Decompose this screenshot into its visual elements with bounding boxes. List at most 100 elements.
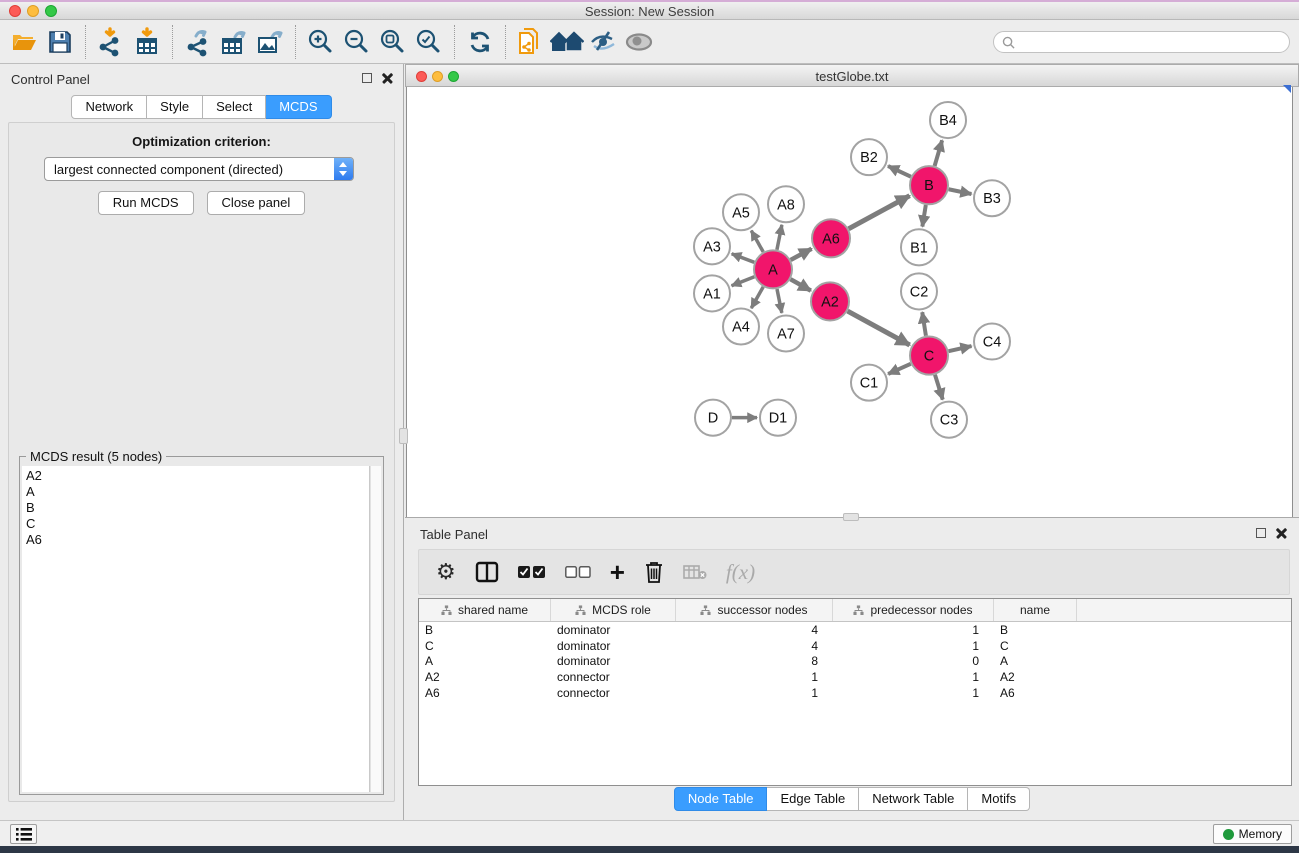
node-C[interactable]: C bbox=[910, 337, 948, 375]
close-panel-button[interactable]: Close panel bbox=[207, 191, 306, 215]
table-cell[interactable]: 1 bbox=[833, 639, 994, 653]
delete-column-trash-icon[interactable] bbox=[644, 557, 664, 587]
edge-A-A5[interactable] bbox=[751, 231, 763, 252]
edge-C-C1[interactable] bbox=[888, 364, 911, 374]
edge-B-B4[interactable] bbox=[935, 140, 942, 166]
table-cell[interactable]: 1 bbox=[676, 686, 833, 700]
mcds-result-list[interactable]: A2ABCA6 bbox=[22, 466, 370, 792]
table-cell[interactable]: A6 bbox=[419, 686, 551, 700]
table-cell[interactable]: 1 bbox=[833, 686, 994, 700]
edge-C-C4[interactable] bbox=[949, 346, 972, 351]
export-network-button[interactable] bbox=[180, 24, 216, 60]
edge-A-A7[interactable] bbox=[777, 289, 782, 313]
search-input[interactable] bbox=[1015, 33, 1289, 51]
table-row[interactable]: Adominator80A bbox=[419, 653, 1291, 669]
node-C1[interactable]: C1 bbox=[851, 365, 887, 401]
criterion-select[interactable]: largest connected component (directed) bbox=[44, 157, 354, 181]
zoom-out-button[interactable] bbox=[339, 24, 375, 60]
mcds-result-item[interactable]: C bbox=[26, 516, 369, 532]
column-header-MCDS-role[interactable]: MCDS role bbox=[551, 599, 676, 621]
tab-network-table[interactable]: Network Table bbox=[859, 787, 968, 811]
edge-B-B3[interactable] bbox=[949, 189, 972, 194]
select-stepper-icon[interactable] bbox=[334, 158, 353, 180]
network-canvas[interactable]: B4B2BB3A8A5A6A3B1AC2A1A2A4A7C4CC1DD1C3 bbox=[406, 87, 1293, 575]
table-cell[interactable]: 4 bbox=[676, 623, 833, 637]
close-panel-icon[interactable] bbox=[1276, 527, 1287, 538]
column-header-shared-name[interactable]: shared name bbox=[419, 599, 551, 621]
node-C4[interactable]: C4 bbox=[974, 323, 1010, 359]
edge-C-C2[interactable] bbox=[922, 312, 926, 336]
mcds-result-scrollbar[interactable] bbox=[370, 466, 381, 792]
table-settings-gear-icon[interactable]: ⚙ bbox=[436, 557, 456, 587]
node-D[interactable]: D bbox=[695, 400, 731, 436]
zoom-selected-button[interactable] bbox=[411, 24, 447, 60]
edge-A-A6[interactable] bbox=[791, 249, 812, 260]
node-C3[interactable]: C3 bbox=[931, 402, 967, 438]
table-cell[interactable]: C bbox=[419, 639, 551, 653]
table-row[interactable]: A2connector11A2 bbox=[419, 669, 1291, 685]
table-cell[interactable]: dominator bbox=[551, 654, 676, 668]
tab-style[interactable]: Style bbox=[147, 95, 203, 119]
table-row[interactable]: Cdominator41C bbox=[419, 638, 1291, 654]
table-cell[interactable]: dominator bbox=[551, 639, 676, 653]
table-cell[interactable]: 4 bbox=[676, 639, 833, 653]
node-B3[interactable]: B3 bbox=[974, 180, 1010, 216]
search-box[interactable] bbox=[993, 31, 1290, 53]
table-cell[interactable]: A6 bbox=[994, 686, 1077, 700]
tab-motifs[interactable]: Motifs bbox=[968, 787, 1030, 811]
tab-select[interactable]: Select bbox=[203, 95, 266, 119]
tab-network[interactable]: Network bbox=[71, 95, 147, 119]
table-cell[interactable]: 1 bbox=[833, 623, 994, 637]
table-cell[interactable]: connector bbox=[551, 686, 676, 700]
column-header-predecessor-nodes[interactable]: predecessor nodes bbox=[833, 599, 994, 621]
node-D1[interactable]: D1 bbox=[760, 400, 796, 436]
destroy-network-button[interactable] bbox=[549, 24, 585, 60]
select-all-columns-icon[interactable] bbox=[518, 557, 546, 587]
import-table-button[interactable] bbox=[129, 24, 165, 60]
edge-C-C3[interactable] bbox=[935, 375, 943, 400]
table-cell[interactable]: 1 bbox=[676, 670, 833, 684]
table-cell[interactable]: 0 bbox=[833, 654, 994, 668]
zoom-fit-button[interactable] bbox=[375, 24, 411, 60]
birds-eye-view-button[interactable] bbox=[621, 24, 657, 60]
table-cell[interactable]: dominator bbox=[551, 623, 676, 637]
node-C2[interactable]: C2 bbox=[901, 273, 937, 309]
node-A1[interactable]: A1 bbox=[694, 275, 730, 311]
horizontal-splitter-grip[interactable] bbox=[843, 513, 859, 521]
unselect-all-columns-icon[interactable] bbox=[565, 557, 591, 587]
mcds-result-item[interactable]: A6 bbox=[26, 532, 369, 548]
table-cell[interactable]: A2 bbox=[994, 670, 1077, 684]
close-panel-icon[interactable] bbox=[382, 72, 393, 83]
node-A[interactable]: A bbox=[754, 250, 792, 288]
edge-A-A2[interactable] bbox=[790, 279, 810, 290]
show-panels-list-button[interactable] bbox=[10, 824, 37, 844]
mcds-result-item[interactable]: B bbox=[26, 500, 369, 516]
table-cell[interactable]: A2 bbox=[419, 670, 551, 684]
node-A6[interactable]: A6 bbox=[812, 219, 850, 257]
network-from-file-button[interactable] bbox=[513, 24, 549, 60]
table-cell[interactable]: connector bbox=[551, 670, 676, 684]
tab-node-table[interactable]: Node Table bbox=[674, 787, 768, 811]
refresh-button[interactable] bbox=[462, 24, 498, 60]
node-A3[interactable]: A3 bbox=[694, 228, 730, 264]
node-table[interactable]: shared nameMCDS rolesuccessor nodesprede… bbox=[418, 598, 1292, 786]
edge-A6-B[interactable] bbox=[849, 196, 910, 229]
edge-A-A1[interactable] bbox=[732, 277, 755, 286]
edge-A-A4[interactable] bbox=[751, 287, 763, 308]
save-session-button[interactable] bbox=[42, 24, 78, 60]
birdseye-corner-icon[interactable] bbox=[1283, 85, 1291, 93]
table-cell[interactable]: A bbox=[419, 654, 551, 668]
node-B1[interactable]: B1 bbox=[901, 229, 937, 265]
float-panel-icon[interactable] bbox=[1256, 528, 1266, 538]
node-A7[interactable]: A7 bbox=[768, 315, 804, 351]
import-network-button[interactable] bbox=[93, 24, 129, 60]
table-row[interactable]: Bdominator41B bbox=[419, 622, 1291, 638]
edge-A2-C[interactable] bbox=[848, 311, 910, 345]
mcds-result-item[interactable]: A2 bbox=[26, 468, 369, 484]
node-A8[interactable]: A8 bbox=[768, 186, 804, 222]
export-image-button[interactable] bbox=[252, 24, 288, 60]
create-column-icon[interactable]: + bbox=[610, 557, 625, 587]
table-row[interactable]: A6connector11A6 bbox=[419, 685, 1291, 701]
edge-A-A8[interactable] bbox=[777, 225, 782, 250]
node-B[interactable]: B bbox=[910, 166, 948, 204]
